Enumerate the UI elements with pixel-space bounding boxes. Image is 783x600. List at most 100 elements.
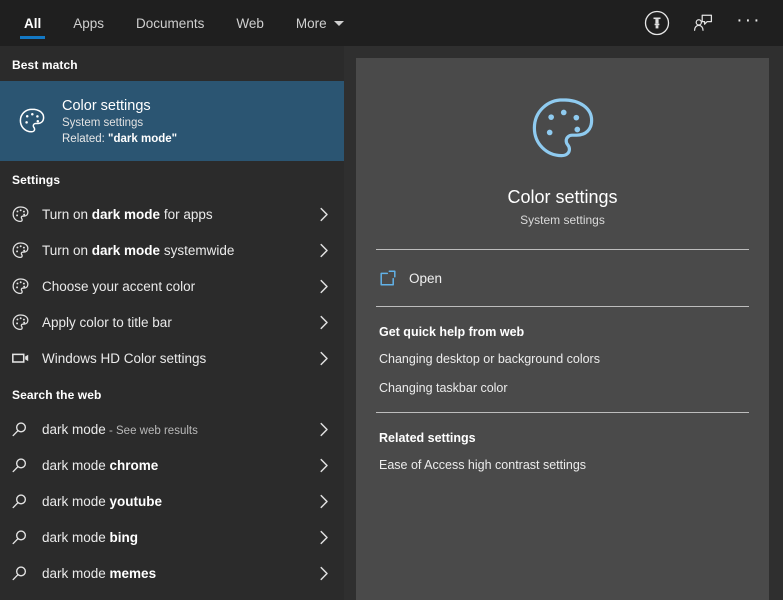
label-prefix: Turn on	[42, 243, 92, 258]
account-icon[interactable]	[637, 3, 677, 43]
chevron-right-icon	[316, 458, 332, 473]
label-prefix: dark mode	[42, 530, 110, 545]
label-bold: dark mode	[92, 243, 160, 258]
tab-apps-label: Apps	[73, 16, 104, 31]
label-prefix: dark mode	[42, 422, 106, 437]
settings-item-hd-color[interactable]: Windows HD Color settings	[0, 340, 344, 376]
search-icon	[11, 421, 42, 438]
palette-icon	[526, 92, 600, 171]
more-options-icon[interactable]: ···	[729, 3, 769, 43]
chevron-right-icon	[316, 315, 332, 330]
label-bold: dark mode	[92, 207, 160, 222]
search-icon	[11, 529, 42, 546]
feedback-icon[interactable]	[683, 3, 723, 43]
label-muted: - See web results	[106, 425, 198, 437]
chevron-right-icon	[316, 422, 332, 437]
related-settings-link[interactable]: Ease of Access high contrast settings	[379, 450, 749, 479]
tab-all[interactable]: All	[8, 0, 57, 46]
palette-icon	[11, 241, 42, 260]
quick-help-heading: Get quick help from web	[379, 325, 749, 344]
label-prefix: Choose your accent color	[42, 279, 195, 294]
settings-item-accent-color[interactable]: Choose your accent color	[0, 268, 344, 304]
windows-search-panel: All Apps Documents Web More	[0, 0, 783, 600]
tab-bar: All Apps Documents Web More	[0, 0, 637, 46]
label-prefix: dark mode	[42, 494, 110, 509]
related-settings-section: Related settings Ease of Access high con…	[356, 413, 769, 489]
tab-web[interactable]: Web	[220, 0, 280, 46]
panel-right-edge	[772, 46, 783, 600]
label-bold: bing	[110, 530, 139, 545]
tab-documents[interactable]: Documents	[120, 0, 220, 46]
web-result-label: dark mode youtube	[42, 494, 316, 509]
best-match-result[interactable]: Color settings System settings Related: …	[0, 81, 344, 161]
web-result-label: dark mode - See web results	[42, 422, 316, 437]
label-prefix: Apply color to title bar	[42, 315, 172, 330]
more-options-label: ···	[736, 11, 762, 36]
best-match-text: Color settings System settings Related: …	[53, 98, 177, 145]
chevron-down-icon	[334, 21, 344, 26]
chevron-right-icon	[316, 566, 332, 581]
preview-card: Color settings System settings Open	[356, 58, 769, 600]
search-icon	[11, 457, 42, 474]
label-suffix: systemwide	[160, 243, 234, 258]
web-result-memes[interactable]: dark mode memes	[0, 555, 344, 591]
quick-help-link[interactable]: Changing desktop or background colors	[379, 344, 749, 373]
settings-heading: Settings	[0, 161, 344, 196]
tab-more-label: More	[296, 16, 327, 31]
header-actions: ···	[637, 0, 769, 46]
settings-item-title-bar-color[interactable]: Apply color to title bar	[0, 304, 344, 340]
best-match-title: Color settings	[62, 98, 177, 114]
display-icon	[11, 348, 42, 368]
chevron-right-icon	[316, 494, 332, 509]
palette-icon	[11, 277, 42, 296]
settings-item-dark-mode-systemwide[interactable]: Turn on dark mode systemwide	[0, 232, 344, 268]
tab-apps[interactable]: Apps	[57, 0, 120, 46]
settings-item-label: Apply color to title bar	[42, 315, 316, 330]
tab-documents-label: Documents	[136, 16, 204, 31]
best-match-related: Related: "dark mode"	[62, 133, 177, 145]
tab-more[interactable]: More	[280, 0, 360, 46]
external-link-icon	[379, 269, 409, 287]
chevron-right-icon	[316, 243, 332, 258]
web-result-chrome[interactable]: dark mode chrome	[0, 447, 344, 483]
web-result-label: dark mode bing	[42, 530, 316, 545]
label-prefix: Turn on	[42, 207, 92, 222]
quick-help-link[interactable]: Changing taskbar color	[379, 373, 749, 402]
chevron-right-icon	[316, 530, 332, 545]
settings-item-label: Windows HD Color settings	[42, 351, 316, 366]
best-match-related-prefix: Related:	[62, 133, 108, 145]
search-web-heading: Search the web	[0, 376, 344, 411]
label-prefix: dark mode	[42, 566, 110, 581]
palette-icon	[11, 313, 42, 332]
quick-help-section: Get quick help from web Changing desktop…	[356, 307, 769, 412]
related-settings-heading: Related settings	[379, 431, 749, 450]
best-match-subtitle: System settings	[62, 117, 177, 129]
label-bold: chrome	[110, 458, 159, 473]
label-prefix: dark mode	[42, 458, 110, 473]
web-result-label: dark mode memes	[42, 566, 316, 581]
settings-item-label: Turn on dark mode for apps	[42, 207, 316, 222]
web-result-youtube[interactable]: dark mode youtube	[0, 483, 344, 519]
open-label: Open	[409, 271, 442, 286]
preview-title: Color settings	[507, 187, 617, 208]
preview-panel: Color settings System settings Open	[344, 46, 783, 600]
search-body: Best match Color settings System setting…	[0, 46, 783, 600]
chevron-right-icon	[316, 207, 332, 222]
open-button[interactable]: Open	[356, 250, 769, 306]
results-list: Best match Color settings System setting…	[0, 46, 344, 600]
tab-all-label: All	[24, 16, 41, 31]
chevron-right-icon	[316, 351, 332, 366]
preview-subtitle: System settings	[520, 213, 605, 227]
search-icon	[11, 493, 42, 510]
web-result-bing[interactable]: dark mode bing	[0, 519, 344, 555]
palette-icon	[11, 205, 42, 224]
label-suffix: for apps	[160, 207, 213, 222]
best-match-related-term: "dark mode"	[108, 133, 177, 145]
palette-icon	[11, 106, 53, 136]
web-result-see-web-results[interactable]: dark mode - See web results	[0, 411, 344, 447]
settings-item-label: Turn on dark mode systemwide	[42, 243, 316, 258]
settings-item-dark-mode-apps[interactable]: Turn on dark mode for apps	[0, 196, 344, 232]
web-result-label: dark mode chrome	[42, 458, 316, 473]
label-prefix: Windows HD Color settings	[42, 351, 206, 366]
search-icon	[11, 565, 42, 582]
